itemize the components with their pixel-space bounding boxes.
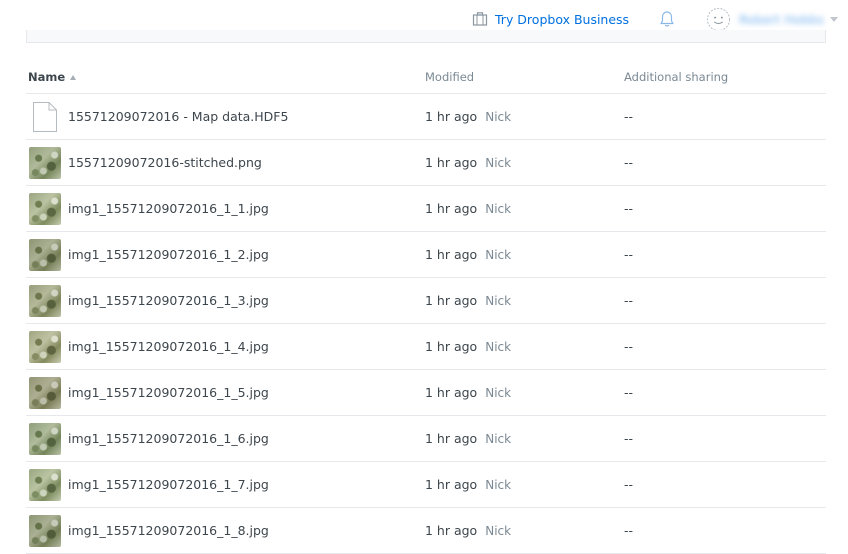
table-row[interactable]: 15571209072016 - Map data.HDF5 1 hr ago Ni… — [26, 94, 826, 140]
sharing-cell: -- — [624, 109, 634, 124]
sharing-cell: -- — [624, 385, 634, 400]
modified-cell: 1 hr ago Nick — [425, 339, 511, 354]
account-name: Robert Hobbs — [739, 11, 824, 27]
image-thumbnail — [29, 423, 61, 455]
sharing-cell: -- — [624, 293, 634, 308]
sharing-cell: -- — [624, 477, 634, 492]
avatar-icon — [706, 7, 731, 31]
modified-cell: 1 hr ago Nick — [425, 523, 511, 538]
image-thumbnail — [29, 193, 61, 225]
modified-time: 1 hr ago — [425, 431, 478, 446]
table-row[interactable]: img1_15571209072016_1_8.jpg 1 hr ago Nick -… — [26, 508, 826, 554]
modified-time: 1 hr ago — [425, 247, 478, 262]
modified-cell: 1 hr ago Nick — [425, 155, 511, 170]
sharing-cell: -- — [624, 201, 634, 216]
try-business-label: Try Dropbox Business — [495, 11, 630, 27]
file-name-link[interactable]: 15571209072016-stitched.png — [68, 155, 262, 170]
image-thumbnail — [29, 239, 61, 271]
modified-by: Nick — [485, 110, 512, 124]
modified-cell: 1 hr ago Nick — [425, 247, 511, 262]
file-name-link[interactable]: img1_15571209072016_1_8.jpg — [68, 523, 269, 538]
modified-by: Nick — [485, 386, 512, 400]
modified-by: Nick — [485, 248, 512, 262]
notifications-bell-icon[interactable] — [659, 10, 675, 28]
image-thumbnail — [29, 331, 61, 363]
modified-time: 1 hr ago — [425, 201, 478, 216]
briefcase-icon — [472, 12, 488, 26]
modified-time: 1 hr ago — [425, 339, 478, 354]
modified-time: 1 hr ago — [425, 523, 478, 538]
image-thumbnail — [29, 515, 61, 547]
account-menu[interactable]: Robert Hobbs — [706, 6, 838, 32]
file-name-link[interactable]: 15571209072016 - Map data.HDF5 — [68, 109, 288, 124]
modified-by: Nick — [485, 432, 512, 446]
modified-time: 1 hr ago — [425, 155, 478, 170]
table-row[interactable]: img1_15571209072016_1_5.jpg 1 hr ago Nick -… — [26, 370, 826, 416]
table-row[interactable]: img1_15571209072016_1_6.jpg 1 hr ago Nick -… — [26, 416, 826, 462]
modified-cell: 1 hr ago Nick — [425, 385, 511, 400]
modified-cell: 1 hr ago Nick — [425, 109, 511, 124]
file-name-link[interactable]: img1_15571209072016_1_4.jpg — [68, 339, 269, 354]
modified-by: Nick — [485, 340, 512, 354]
file-name-link[interactable]: img1_15571209072016_1_5.jpg — [68, 385, 269, 400]
file-list: 15571209072016 - Map data.HDF5 1 hr ago Ni… — [26, 94, 826, 554]
file-name-link[interactable]: img1_15571209072016_1_7.jpg — [68, 477, 269, 492]
modified-cell: 1 hr ago Nick — [425, 431, 511, 446]
modified-time: 1 hr ago — [425, 477, 478, 492]
modified-by: Nick — [485, 156, 512, 170]
file-name-link[interactable]: img1_15571209072016_1_3.jpg — [68, 293, 269, 308]
sharing-cell: -- — [624, 431, 634, 446]
modified-by: Nick — [485, 294, 512, 308]
column-header-name[interactable]: Name — [28, 70, 77, 84]
file-name-link[interactable]: img1_15571209072016_1_1.jpg — [68, 201, 269, 216]
modified-cell: 1 hr ago Nick — [425, 293, 511, 308]
modified-cell: 1 hr ago Nick — [425, 477, 511, 492]
table-row[interactable]: img1_15571209072016_1_2.jpg 1 hr ago Nick -… — [26, 232, 826, 278]
column-header-modified[interactable]: Modified — [425, 70, 474, 84]
image-thumbnail — [29, 377, 61, 409]
column-header-name-label: Name — [28, 70, 66, 84]
table-row[interactable]: img1_15571209072016_1_4.jpg 1 hr ago Nick -… — [26, 324, 826, 370]
column-header-sharing[interactable]: Additional sharing — [624, 70, 728, 84]
modified-cell: 1 hr ago Nick — [425, 201, 511, 216]
try-dropbox-business-link[interactable]: Try Dropbox Business — [472, 9, 629, 29]
modified-by: Nick — [485, 478, 512, 492]
image-thumbnail — [29, 285, 61, 317]
file-name-link[interactable]: img1_15571209072016_1_2.jpg — [68, 247, 269, 262]
table-row[interactable]: img1_15571209072016_1_3.jpg 1 hr ago Nick -… — [26, 278, 826, 324]
modified-time: 1 hr ago — [425, 385, 478, 400]
table-row[interactable]: img1_15571209072016_1_1.jpg 1 hr ago Nick -… — [26, 186, 826, 232]
modified-by: Nick — [485, 202, 512, 216]
modified-time: 1 hr ago — [425, 293, 478, 308]
sharing-cell: -- — [624, 155, 634, 170]
table-row[interactable]: img1_15571209072016_1_7.jpg 1 hr ago Nick -… — [26, 462, 826, 508]
image-thumbnail — [29, 469, 61, 501]
modified-time: 1 hr ago — [425, 109, 478, 124]
file-list-header: Name Modified Additional sharing — [26, 62, 826, 94]
image-thumbnail — [29, 147, 61, 179]
modified-by: Nick — [485, 524, 512, 538]
sort-ascending-icon — [70, 75, 77, 80]
chevron-down-icon — [829, 16, 838, 22]
file-name-link[interactable]: img1_15571209072016_1_6.jpg — [68, 431, 269, 446]
table-row[interactable]: 15571209072016-stitched.png 1 hr ago Nick -… — [26, 140, 826, 186]
sharing-cell: -- — [624, 247, 634, 262]
sharing-cell: -- — [624, 523, 634, 538]
generic-file-icon — [33, 102, 57, 132]
notification-banner — [26, 30, 826, 43]
sharing-cell: -- — [624, 339, 634, 354]
